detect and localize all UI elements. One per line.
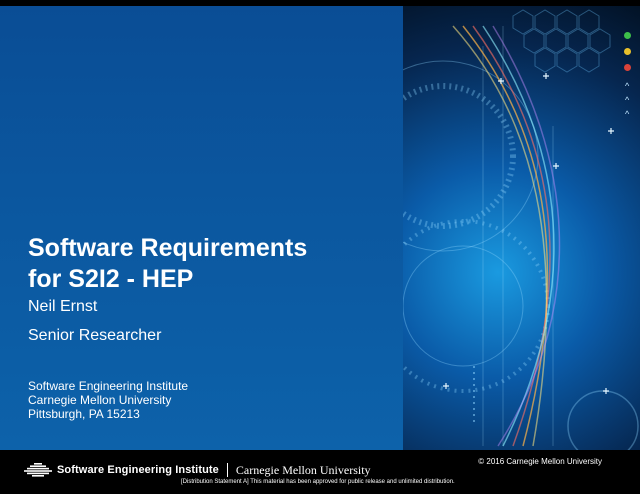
sei-logo-icon — [24, 463, 52, 477]
address-line-1: Software Engineering Institute — [28, 379, 189, 393]
distribution-statement: [Distribution Statement A] This material… — [181, 479, 455, 485]
copyright-text: © 2016 Carnegie Mellon University — [478, 457, 602, 466]
window-dot-icon[interactable] — [624, 64, 631, 71]
title-line-1: Software Requirements — [28, 234, 308, 262]
plus-icon — [443, 73, 614, 394]
address-block: Software Engineering Institute Carnegie … — [28, 379, 188, 421]
presenter-role: Senior Researcher — [28, 327, 162, 344]
title-slide: ^ ^ ^ Software Requirements for S2I2 - H… — [0, 0, 640, 494]
slide-title: Software Requirements for S2I2 - HEP — [28, 233, 398, 295]
footer-logos: Software Engineering Institute Carnegie … — [24, 460, 371, 480]
decorative-art-panel: ^ ^ ^ — [403, 6, 640, 450]
presenter-name: Neil Ernst — [28, 298, 98, 315]
caret-icon[interactable]: ^ — [625, 110, 629, 119]
caret-icon[interactable]: ^ — [625, 96, 629, 105]
address-line-3: Pittsburgh, PA 15213 — [28, 407, 140, 421]
logo-divider — [226, 463, 228, 477]
window-dot-icon[interactable] — [624, 32, 631, 39]
caret-icon[interactable]: ^ — [625, 82, 629, 91]
address-line-2: Carnegie Mellon University — [28, 393, 172, 407]
abstract-tech-graphic — [403, 9, 639, 450]
sei-wordmark: Software Engineering Institute — [57, 464, 219, 476]
cmu-wordmark: Carnegie Mellon University — [235, 462, 371, 477]
title-line-2: for S2I2 - HEP — [28, 265, 194, 293]
window-dot-icon[interactable] — [624, 48, 631, 55]
